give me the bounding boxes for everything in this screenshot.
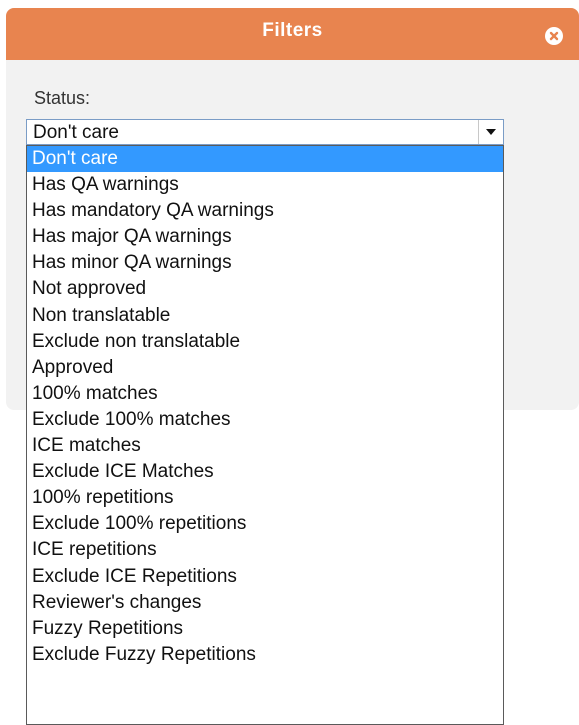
status-select[interactable]: Don't care (26, 119, 504, 145)
status-option[interactable]: Reviewer's changes (27, 590, 503, 616)
dialog-title: Filters (262, 20, 323, 41)
status-option[interactable]: Has mandatory QA warnings (27, 198, 503, 224)
status-option[interactable]: Has minor QA warnings (27, 250, 503, 276)
status-option[interactable]: 100% matches (27, 381, 503, 407)
status-select-value: Don't care (33, 122, 120, 143)
status-option[interactable]: Exclude ICE Matches (27, 459, 503, 485)
status-option[interactable]: Approved (27, 355, 503, 381)
arrow-down-glyph (486, 129, 496, 135)
status-option[interactable]: Exclude 100% matches (27, 407, 503, 433)
close-icon[interactable] (545, 27, 563, 45)
status-option[interactable]: Has QA warnings (27, 172, 503, 198)
status-option[interactable]: Exclude non translatable (27, 329, 503, 355)
status-option[interactable]: Non translatable (27, 303, 503, 329)
status-option[interactable]: Exclude ICE Repetitions (27, 564, 503, 590)
status-label: Status: (34, 88, 91, 108)
dialog-header: Filters (6, 8, 579, 60)
dropdown-arrow-icon[interactable] (478, 120, 503, 144)
status-option[interactable]: Fuzzy Repetitions (27, 616, 503, 642)
status-option[interactable]: Don't care (27, 146, 503, 173)
close-x-glyph (549, 31, 559, 41)
status-options-list[interactable]: Don't care Has QA warnings Has mandatory Q… (26, 145, 504, 725)
status-option[interactable]: Exclude 100% repetitions (27, 511, 503, 537)
status-option[interactable]: Has major QA warnings (27, 224, 503, 250)
status-option[interactable]: 100% repetitions (27, 485, 503, 511)
status-option[interactable]: Exclude Fuzzy Repetitions (27, 642, 503, 668)
status-option[interactable]: Not approved (27, 276, 503, 302)
status-option[interactable]: ICE repetitions (27, 537, 503, 563)
status-option[interactable]: ICE matches (27, 433, 503, 459)
